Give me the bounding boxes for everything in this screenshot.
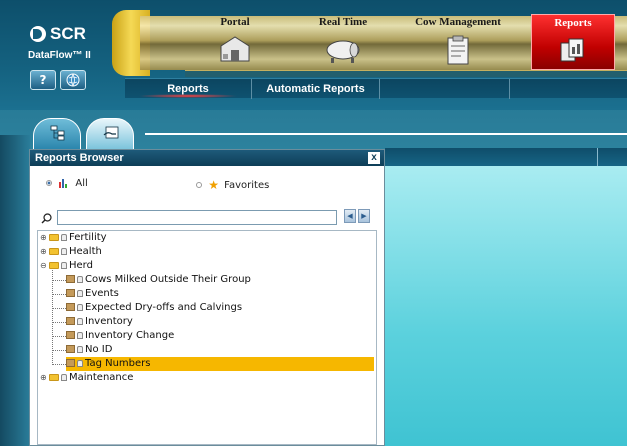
tree-report-inventory-change[interactable]: Inventory Change — [66, 329, 174, 343]
tree-label: Events — [85, 288, 119, 299]
tree-folder-herd[interactable]: ⊖ Herd — [40, 259, 93, 273]
reports-browser-title-text: Reports Browser — [35, 152, 124, 164]
tree-label: Tag Numbers — [85, 358, 151, 369]
tree-report-expected-dry-offs[interactable]: Expected Dry-offs and Calvings — [66, 301, 242, 315]
tree-folder-maintenance[interactable]: ⊕ Maintenance — [40, 371, 133, 385]
reports-icon — [560, 38, 584, 62]
subtab-reports[interactable]: Reports — [125, 79, 252, 99]
report-icon — [66, 303, 75, 311]
help-button[interactable]: ? — [30, 70, 56, 90]
report-icon — [66, 289, 75, 297]
tab-cow-management[interactable]: Cow Management — [408, 14, 508, 70]
milk-tank-icon — [326, 40, 360, 63]
tree-label: Inventory Change — [85, 330, 175, 341]
star-icon: ★ — [208, 178, 219, 192]
report-content-area — [385, 166, 627, 446]
folder-icon — [49, 247, 59, 255]
reports-tree: ⊕ Fertility ⊕ Health ⊖ Herd Cows Milked Out… — [37, 230, 377, 445]
globe-icon — [66, 73, 80, 87]
tab-cow-management-label: Cow Management — [415, 16, 501, 28]
lock-icon — [61, 373, 67, 381]
logo-text: SCR — [50, 24, 86, 43]
tree-report-events[interactable]: Events — [66, 287, 119, 301]
divider-line — [145, 133, 627, 135]
tree-view-tab[interactable] — [33, 118, 81, 150]
tree-label: Inventory — [85, 316, 133, 327]
tab-real-time[interactable]: Real Time — [298, 14, 388, 70]
report-icon — [66, 345, 75, 353]
lock-icon — [61, 261, 67, 269]
product-name: DataFlow™ II — [28, 50, 91, 61]
reports-browser-body: All ★ Favorites ◀ ▶ ⊕ Fertility ⊕ Health… — [30, 166, 384, 445]
folder-icon — [49, 373, 59, 381]
lock-icon — [61, 247, 67, 255]
tree-view-icon — [50, 125, 65, 141]
search-prev-button[interactable]: ◀ — [344, 209, 356, 223]
tab-real-time-label: Real Time — [318, 16, 368, 28]
report-icon — [66, 331, 75, 339]
folder-icon — [49, 233, 59, 241]
logo-mark-icon — [30, 26, 46, 42]
tree-report-tag-numbers[interactable]: Tag Numbers — [66, 357, 374, 371]
nav-rail — [185, 70, 627, 77]
globe-button[interactable] — [60, 70, 86, 90]
tree-report-cows-milked-outside[interactable]: Cows Milked Outside Their Group — [66, 273, 251, 287]
tree-report-no-id[interactable]: No ID — [66, 343, 112, 357]
tree-folder-fertility[interactable]: ⊕ Fertility — [40, 231, 107, 245]
tree-label: No ID — [85, 344, 113, 355]
filter-favorites-label: Favorites — [224, 180, 270, 191]
tree-label: Herd — [69, 260, 93, 271]
reports-browser-title: Reports Browser x — [30, 150, 384, 166]
folder-open-icon — [49, 261, 59, 269]
tree-label: Cows Milked Outside Their Group — [85, 274, 251, 285]
tree-label: Maintenance — [69, 372, 134, 383]
search-next-button[interactable]: ▶ — [358, 209, 370, 223]
search-input[interactable] — [57, 210, 337, 225]
filter-all-label: All — [75, 178, 88, 189]
lock-icon — [77, 289, 83, 297]
subtab-automatic-reports[interactable]: Automatic Reports — [252, 79, 380, 99]
filter-all-option[interactable]: All — [46, 178, 88, 189]
lock-icon — [77, 303, 83, 311]
lock-icon — [61, 233, 67, 241]
hand-report-icon — [103, 126, 119, 139]
tab-reports[interactable]: Reports — [531, 14, 615, 70]
lock-icon — [77, 331, 83, 339]
filter-all-radio[interactable] — [46, 180, 52, 186]
expand-icon[interactable]: ⊕ — [40, 371, 49, 385]
lock-icon — [77, 317, 83, 325]
left-frame — [0, 135, 30, 446]
report-icon — [66, 359, 75, 367]
expand-icon[interactable]: ⊕ — [40, 231, 49, 245]
barn-icon — [220, 36, 250, 62]
tree-report-inventory[interactable]: Inventory — [66, 315, 133, 329]
tree-label: Expected Dry-offs and Calvings — [85, 302, 243, 313]
tree-label: Health — [69, 246, 102, 257]
custom-view-tab[interactable] — [86, 118, 134, 150]
filter-favorites-radio[interactable] — [196, 182, 202, 188]
lock-icon — [77, 345, 83, 353]
search-icon — [41, 213, 52, 224]
tab-portal-label: Portal — [220, 16, 250, 28]
lock-icon — [77, 275, 83, 283]
subtab-empty — [380, 79, 510, 99]
report-icon — [66, 317, 75, 325]
help-icon: ? — [39, 73, 47, 87]
collapse-icon[interactable]: ⊖ — [40, 259, 49, 273]
reports-browser-panel: Reports Browser x All ★ Favorites ◀ ▶ ⊕ … — [29, 149, 385, 446]
tree-folder-health[interactable]: ⊕ Health — [40, 245, 102, 259]
tab-reports-label: Reports — [554, 17, 592, 29]
clipboard-icon — [447, 35, 469, 65]
lock-icon — [77, 359, 83, 367]
tree-label: Fertility — [69, 232, 107, 243]
expand-icon[interactable]: ⊕ — [40, 245, 49, 259]
filter-favorites-option[interactable]: ★ Favorites — [196, 178, 269, 192]
content-header-bar — [385, 148, 627, 166]
report-icon — [66, 275, 75, 283]
app-header: SCR DataFlow™ II ? Portal Real Time Cow … — [0, 0, 627, 110]
close-icon[interactable]: x — [368, 152, 380, 164]
tab-portal[interactable]: Portal — [190, 14, 280, 70]
bar-chart-icon — [59, 179, 68, 188]
sub-navigation: Reports Automatic Reports — [125, 78, 627, 99]
